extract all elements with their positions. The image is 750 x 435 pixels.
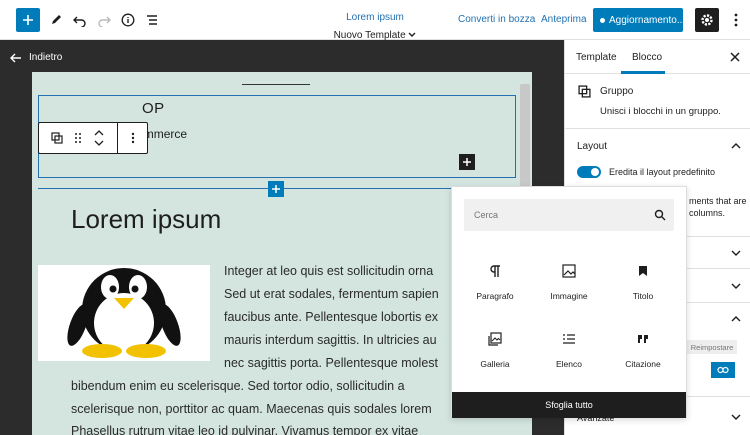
paragraph-line[interactable]: scelerisque non, porttitor ac quam. Maec… <box>71 402 432 416</box>
save-draft-link[interactable]: Converti in bozza <box>458 14 535 25</box>
gear-icon <box>701 14 713 26</box>
tab-block[interactable]: Blocco <box>632 52 662 63</box>
close-icon[interactable] <box>729 51 741 63</box>
reset-button[interactable]: Reimpostare <box>687 340 737 354</box>
block-item-label: Citazione <box>625 359 661 369</box>
plus-icon <box>23 15 33 25</box>
link-sides-button[interactable] <box>711 362 735 378</box>
paragraph-line[interactable]: bibendum enim eu scelerisque. Sed tortor… <box>71 379 405 393</box>
top-toolbar: Lorem ipsum Nuovo Template Converti in b… <box>0 0 750 41</box>
paragraph-icon <box>487 263 503 279</box>
drag-handle-icon <box>75 133 81 143</box>
penguin-illustration <box>67 268 181 358</box>
block-search-input[interactable] <box>464 199 674 231</box>
paragraph-line[interactable]: nec sagittis porta. Pellentesque molest <box>224 356 438 370</box>
separator-line <box>242 84 310 85</box>
list-icon <box>561 331 577 347</box>
block-item-quote[interactable]: Citazione <box>608 321 678 379</box>
append-block-button[interactable] <box>459 154 475 170</box>
block-item-label: Elenco <box>556 359 582 369</box>
paragraph-line[interactable]: Sed ut erat sodales, fermentum sapien <box>224 287 439 301</box>
update-button[interactable]: Aggiornamento... <box>593 8 683 32</box>
site-title-fragment[interactable]: OP <box>142 100 165 117</box>
preview-link[interactable]: Anteprima <box>541 14 587 25</box>
options-menu-button[interactable] <box>724 8 748 32</box>
inserter-toggle-button[interactable] <box>268 181 284 197</box>
arrow-left-icon <box>10 53 21 62</box>
paragraph-line[interactable]: Integer at leo quis est sollicitudin orn… <box>224 264 433 278</box>
plus-icon <box>463 158 471 166</box>
pencil-icon <box>52 15 61 24</box>
info-icon <box>121 13 135 27</box>
block-item-label: Immagine <box>550 291 588 301</box>
chevron-down-icon <box>408 32 416 37</box>
inherit-layout-label: Eredita il layout predefinito <box>609 167 716 177</box>
details-button[interactable] <box>116 8 140 32</box>
block-toolbar <box>38 122 148 154</box>
penguin-image[interactable] <box>38 265 210 361</box>
image-icon <box>561 263 577 279</box>
chevron-down-icon[interactable] <box>731 412 741 422</box>
browse-all-button[interactable]: Sfoglia tutto <box>452 392 686 418</box>
block-options-button[interactable] <box>121 126 145 150</box>
move-up-down-button[interactable] <box>87 126 111 150</box>
redo-button[interactable] <box>92 8 116 32</box>
block-item-label: Galleria <box>480 359 510 369</box>
more-vertical-icon <box>131 132 135 144</box>
plus-icon <box>272 185 280 193</box>
list-view-icon <box>147 15 157 25</box>
gallery-icon <box>487 331 503 347</box>
post-heading[interactable]: Lorem ipsum <box>71 204 221 235</box>
inherit-layout-toggle[interactable] <box>577 166 601 178</box>
update-label: Aggiornamento... <box>609 14 683 26</box>
more-vertical-icon <box>734 13 738 27</box>
chevron-up-icon[interactable] <box>731 141 741 151</box>
block-title: Gruppo <box>600 86 634 97</box>
block-description: Unisci i blocchi in un gruppo. <box>600 106 721 117</box>
settings-button[interactable] <box>695 8 719 32</box>
quote-icon <box>635 331 651 347</box>
active-tab-indicator <box>621 71 665 74</box>
chevron-up-icon[interactable] <box>731 314 741 324</box>
undo-button[interactable] <box>68 8 92 32</box>
group-icon <box>51 132 63 144</box>
block-item-image[interactable]: Immagine <box>534 253 604 311</box>
block-inserter-popover: Paragrafo Immagine Titolo Galleria Elenc… <box>451 186 687 418</box>
list-view-button[interactable] <box>140 8 164 32</box>
paragraph-line[interactable]: Phasellus rutrum vitae leo id pulvinar. … <box>71 424 418 435</box>
back-link[interactable]: Indietro <box>10 52 62 63</box>
chevron-down-icon[interactable] <box>731 281 741 291</box>
layout-help-text: ments that are <box>689 196 747 206</box>
block-item-label: Paragrafo <box>476 291 514 301</box>
add-block-button[interactable] <box>16 8 40 32</box>
edit-tool-button[interactable] <box>44 8 68 32</box>
tab-template[interactable]: Template <box>576 52 617 63</box>
divider <box>565 128 750 129</box>
chevron-up-down-icon <box>94 130 104 146</box>
chevron-down-icon[interactable] <box>731 248 741 258</box>
bookmark-icon <box>635 263 651 279</box>
toolbar-divider <box>117 123 118 153</box>
block-item-list[interactable]: Elenco <box>534 321 604 379</box>
back-label: Indietro <box>29 52 63 63</box>
block-item-heading[interactable]: Titolo <box>608 253 678 311</box>
layout-help-text: columns. <box>689 208 726 218</box>
undo-icon <box>73 16 86 27</box>
group-icon <box>578 85 591 98</box>
busy-dot-icon <box>600 17 605 23</box>
sidebar-tabs: Template Blocco <box>565 40 750 74</box>
block-item-gallery[interactable]: Galleria <box>460 321 530 379</box>
paragraph-line[interactable]: faucibus ante. Pellentesque lobortis ex <box>224 310 438 324</box>
block-item-label: Titolo <box>632 291 654 301</box>
search-icon <box>654 209 666 221</box>
redo-icon <box>98 16 111 27</box>
link-icon <box>717 366 729 374</box>
layout-panel-title[interactable]: Layout <box>577 141 607 152</box>
paragraph-line[interactable]: mauris interdum sagittis. In ultricies a… <box>224 333 437 347</box>
block-item-paragraph[interactable]: Paragrafo <box>460 253 530 311</box>
post-title-link[interactable]: Lorem ipsum <box>346 12 404 24</box>
